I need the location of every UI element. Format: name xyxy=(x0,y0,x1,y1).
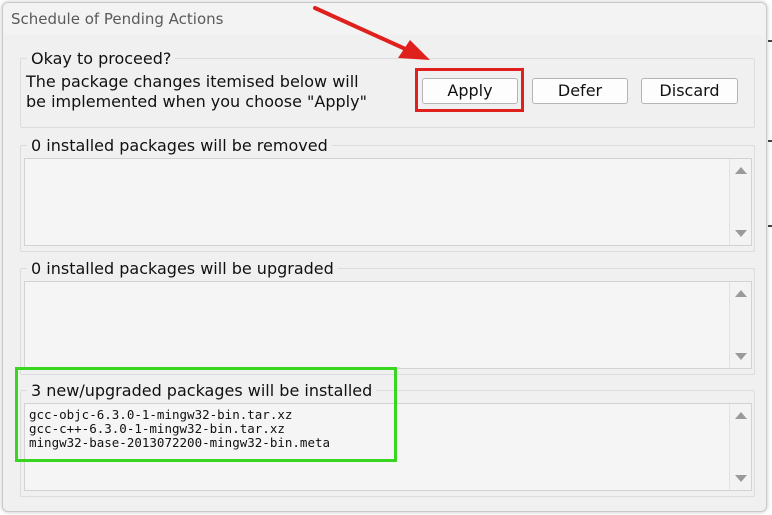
upgraded-scrollbar[interactable] xyxy=(729,282,751,368)
scroll-up-icon[interactable] xyxy=(735,167,747,174)
background-window-edge xyxy=(768,40,772,42)
scroll-up-icon[interactable] xyxy=(735,412,747,419)
apply-highlight-box xyxy=(415,68,524,112)
confirm-message-line: be implemented when you choose "Apply" xyxy=(26,92,367,111)
scroll-down-icon[interactable] xyxy=(735,475,747,482)
upgraded-legend: 0 installed packages will be upgraded xyxy=(27,259,338,278)
background-window-edge xyxy=(768,225,772,227)
confirm-message-line: The package changes itemised below will xyxy=(26,72,359,91)
installed-scrollbar[interactable] xyxy=(729,404,751,490)
upgraded-list[interactable] xyxy=(24,281,752,369)
confirm-legend: Okay to proceed? xyxy=(27,49,176,68)
window-title: Schedule of Pending Actions xyxy=(11,10,224,28)
confirm-message: The package changes itemised below will … xyxy=(26,72,367,112)
removed-scrollbar[interactable] xyxy=(729,159,751,245)
installed-highlight-box xyxy=(15,367,397,462)
defer-button[interactable]: Defer xyxy=(532,78,628,104)
removed-list[interactable] xyxy=(24,158,752,246)
scroll-down-icon[interactable] xyxy=(735,230,747,237)
removed-legend: 0 installed packages will be removed xyxy=(27,136,332,155)
title-bar: Schedule of Pending Actions xyxy=(3,3,766,35)
discard-button[interactable]: Discard xyxy=(641,78,738,104)
background-window-edge xyxy=(768,140,772,142)
scroll-up-icon[interactable] xyxy=(735,290,747,297)
scroll-down-icon[interactable] xyxy=(735,353,747,360)
